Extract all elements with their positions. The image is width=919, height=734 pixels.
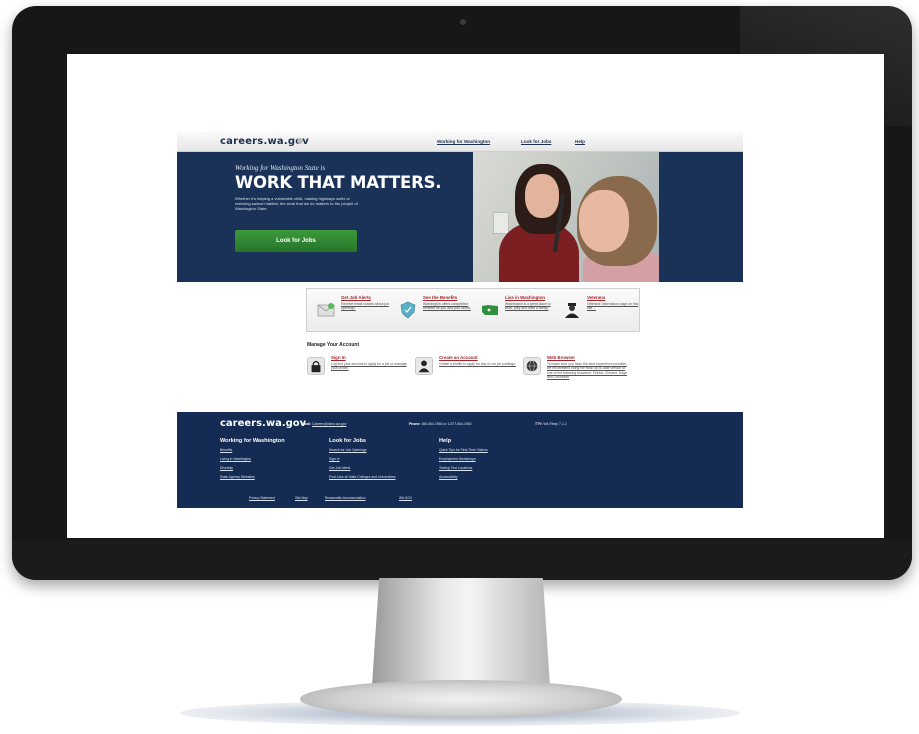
tty-value: WA Relay 7-1-1: [543, 422, 567, 426]
feature-job-alerts[interactable]: Get Job Alerts Receive email notices abo…: [313, 295, 397, 327]
tty-label: TTY:: [535, 422, 543, 426]
nav-working-for-washington[interactable]: Working for Washington: [437, 139, 490, 144]
feature-title: Veterans: [587, 295, 606, 300]
footer-col-help: Help Quick Tips for First-Time Visitors …: [439, 438, 549, 484]
feature-title: Get Job Alerts: [341, 295, 371, 300]
careers-website: careers.wa.gov Working for Washington Lo…: [177, 132, 743, 508]
hero-subtitle: Working for Washington State is: [235, 164, 326, 172]
camera-icon: [460, 19, 466, 25]
account-item-title: Create an Account: [439, 355, 478, 360]
footer-logo[interactable]: careers.wa.gov: [220, 418, 306, 429]
site-footer: careers.wa.gov Email: Careers@dshs.wa.go…: [177, 412, 743, 508]
footer-link[interactable]: Employment Workshops: [439, 457, 549, 461]
privacy-statement-link[interactable]: Privacy Statement: [249, 496, 275, 500]
hero-photo: [473, 152, 659, 282]
footer-col-title: Working for Washington: [220, 438, 285, 444]
footer-phone: Phone: 360-664-1960 or 1-877-664-1960: [409, 422, 472, 426]
feature-title: See the Benefits: [423, 295, 458, 300]
envelope-icon: [317, 303, 335, 317]
doctor-face: [525, 174, 559, 218]
feature-desc: Washington offers competitive benefits f…: [423, 302, 471, 311]
features-strip: Get Job Alerts Receive email notices abo…: [306, 288, 640, 332]
account-item-desc: To make sure you have the best experienc…: [547, 362, 627, 380]
globe-icon: [523, 357, 541, 375]
account-create[interactable]: Create an Account Create a profile to ap…: [415, 355, 519, 405]
look-for-jobs-button[interactable]: Look for Jobs: [235, 230, 357, 252]
monitor-stand: [372, 578, 550, 686]
account-web-browser[interactable]: Web Browser To make sure you have the be…: [523, 355, 627, 405]
account-item-title: Web Browser: [547, 355, 575, 360]
nav-look-for-jobs[interactable]: Look for Jobs: [521, 139, 551, 144]
veteran-icon: [565, 303, 579, 318]
lock-icon: [307, 357, 325, 375]
state-seal-icon: [297, 138, 303, 144]
feature-benefits[interactable]: See the Benefits Washington offers compe…: [395, 295, 479, 327]
shield-icon: [400, 301, 416, 319]
account-sign-in[interactable]: Sign In Log into your account to apply f…: [307, 355, 411, 405]
footer-col-title: Help: [439, 438, 452, 444]
footer-link[interactable]: Quick Tips for First-Time Visitors: [439, 448, 549, 452]
patient-face: [579, 190, 629, 252]
footer-email: Email: Careers@dshs.wa.gov: [301, 422, 347, 426]
footer-link[interactable]: State Agency Websites: [220, 475, 330, 479]
footer-col-title: Look for Jobs: [329, 438, 366, 444]
footer-tty: TTY: WA Relay 7-1-1: [535, 422, 567, 426]
footer-link[interactable]: Sign In: [329, 457, 439, 461]
monitor-chin: [12, 540, 912, 580]
feature-live-in-washington[interactable]: Live in Washington Washington is a great…: [477, 295, 561, 327]
footer-link[interactable]: Benefits: [220, 448, 330, 452]
phone-value: 360-664-1960 or 1-877-664-1960: [421, 422, 472, 426]
washington-map-icon: [482, 305, 498, 315]
footer-link[interactable]: Living in Washington: [220, 457, 330, 461]
hero-banner: Working for Washington State is WORK THA…: [177, 152, 743, 282]
account-item-desc: Create a profile to apply for any of our…: [439, 362, 516, 366]
reasonable-accommodation-link[interactable]: Reasonable Accommodation: [325, 496, 366, 500]
hero-title: WORK THAT MATTERS.: [235, 173, 442, 192]
manage-account-heading: Manage Your Account: [307, 342, 360, 348]
wall-outlet: [493, 212, 509, 234]
feature-desc: Veterans' information page on this site …: [587, 302, 639, 311]
screen: careers.wa.gov Working for Washington Lo…: [67, 54, 884, 538]
footer-link[interactable]: Find Jobs at State Colleges and Universi…: [329, 475, 439, 479]
footer-col-jobs: Look for Jobs Search for Job Openings Si…: [329, 438, 439, 484]
feature-title: Live in Washington: [505, 295, 546, 300]
phone-label: Phone:: [409, 422, 421, 426]
footer-link[interactable]: Search for Job Openings: [329, 448, 439, 452]
account-item-title: Sign In: [331, 355, 346, 360]
footer-link[interactable]: Accessibility: [439, 475, 549, 479]
account-item-desc: Log into your account to apply for a job…: [331, 362, 407, 371]
footer-link[interactable]: Diversity: [220, 466, 330, 470]
email-label: Email:: [301, 422, 312, 426]
feature-desc: Washington is a great place to work, pla…: [505, 302, 551, 311]
wa-gov-link[interactable]: WA.GOV: [399, 496, 412, 500]
email-link[interactable]: Careers@dshs.wa.gov: [312, 422, 346, 426]
footer-col-working: Working for Washington Benefits Living i…: [220, 438, 330, 484]
site-map-link[interactable]: Site Map: [295, 496, 308, 500]
footer-link[interactable]: Testing Test Locations: [439, 466, 549, 470]
site-header: careers.wa.gov Working for Washington Lo…: [177, 132, 743, 152]
feature-desc: Receive email notices about job openings…: [341, 302, 389, 311]
feature-veterans[interactable]: Veterans Veterans' information page on t…: [559, 295, 643, 327]
hero-text: Whether it's helping a vulnerable child,…: [235, 196, 358, 211]
user-icon: [415, 357, 433, 375]
site-logo[interactable]: careers.wa.gov: [220, 136, 309, 147]
nav-help[interactable]: Help: [575, 139, 585, 144]
footer-link[interactable]: Get Job Alerts: [329, 466, 439, 470]
monitor-stand-base: [300, 680, 622, 718]
